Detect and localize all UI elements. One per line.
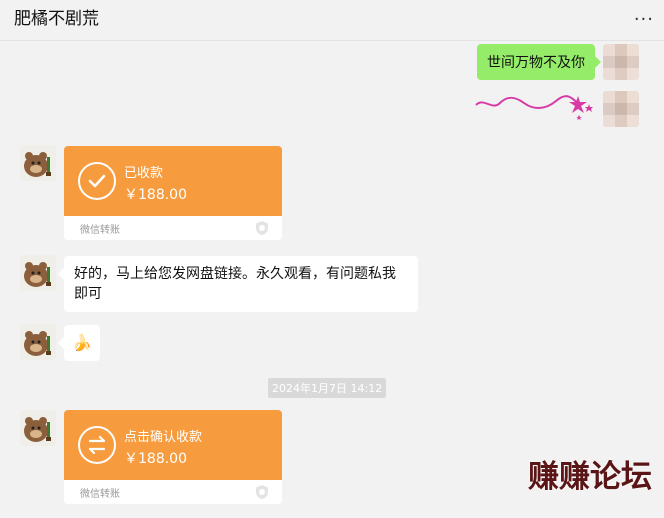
bear-avatar-icon xyxy=(20,410,56,446)
sticker-message[interactable] xyxy=(474,87,594,125)
timestamp: 2024年1月7日 14:12 xyxy=(268,378,387,398)
transfer-card-footer: 微信转账 xyxy=(64,216,282,240)
stars-sticker-icon xyxy=(475,95,593,120)
transfer-status: 点击确认收款 xyxy=(124,430,203,445)
transfer-amount: ￥188.00 xyxy=(124,187,187,203)
transfer-label: 微信转账 xyxy=(80,225,120,236)
shield-icon xyxy=(256,221,268,235)
transfer-status: 已收款 xyxy=(124,166,164,181)
shield-icon xyxy=(256,485,268,499)
chat-header: 肥橘不剧荒 ... xyxy=(0,0,664,41)
banana-emoji: 🍌 xyxy=(72,333,92,352)
incoming-message-bubble[interactable]: 好的，马上给您发网盘链接。永久观看，有问题私我即可 xyxy=(58,256,418,312)
transfer-card-received[interactable]: 已收款 ￥188.00 微信转账 xyxy=(64,146,282,240)
check-icon xyxy=(78,162,116,200)
more-options-icon[interactable]: ... xyxy=(634,4,654,25)
contact-avatar[interactable] xyxy=(20,410,56,446)
transfer-card-footer: 微信转账 xyxy=(64,480,282,504)
bear-avatar-icon xyxy=(20,255,56,291)
outgoing-message-text: 世间万物不及你 xyxy=(487,55,585,71)
self-avatar[interactable] xyxy=(603,91,639,127)
transfer-label: 微信转账 xyxy=(80,489,120,500)
bear-avatar-icon xyxy=(20,145,56,181)
bear-avatar-icon xyxy=(20,324,56,360)
emoji-message-bubble[interactable]: 🍌 xyxy=(58,325,100,361)
contact-avatar[interactable] xyxy=(20,145,56,181)
transfer-arrows-icon xyxy=(78,426,116,464)
contact-avatar[interactable] xyxy=(20,255,56,291)
contact-avatar[interactable] xyxy=(20,324,56,360)
self-avatar[interactable] xyxy=(603,44,639,80)
incoming-message-text: 好的，马上给您发网盘链接。永久观看，有问题私我即可 xyxy=(74,266,396,302)
chat-title: 肥橘不剧荒 xyxy=(14,9,99,29)
watermark-text: 赚赚论坛 xyxy=(528,459,652,495)
outgoing-message-bubble[interactable]: 世间万物不及你 xyxy=(477,44,601,80)
transfer-card-pending[interactable]: 点击确认收款 ￥188.00 微信转账 xyxy=(64,410,282,504)
transfer-amount: ￥188.00 xyxy=(124,451,187,467)
